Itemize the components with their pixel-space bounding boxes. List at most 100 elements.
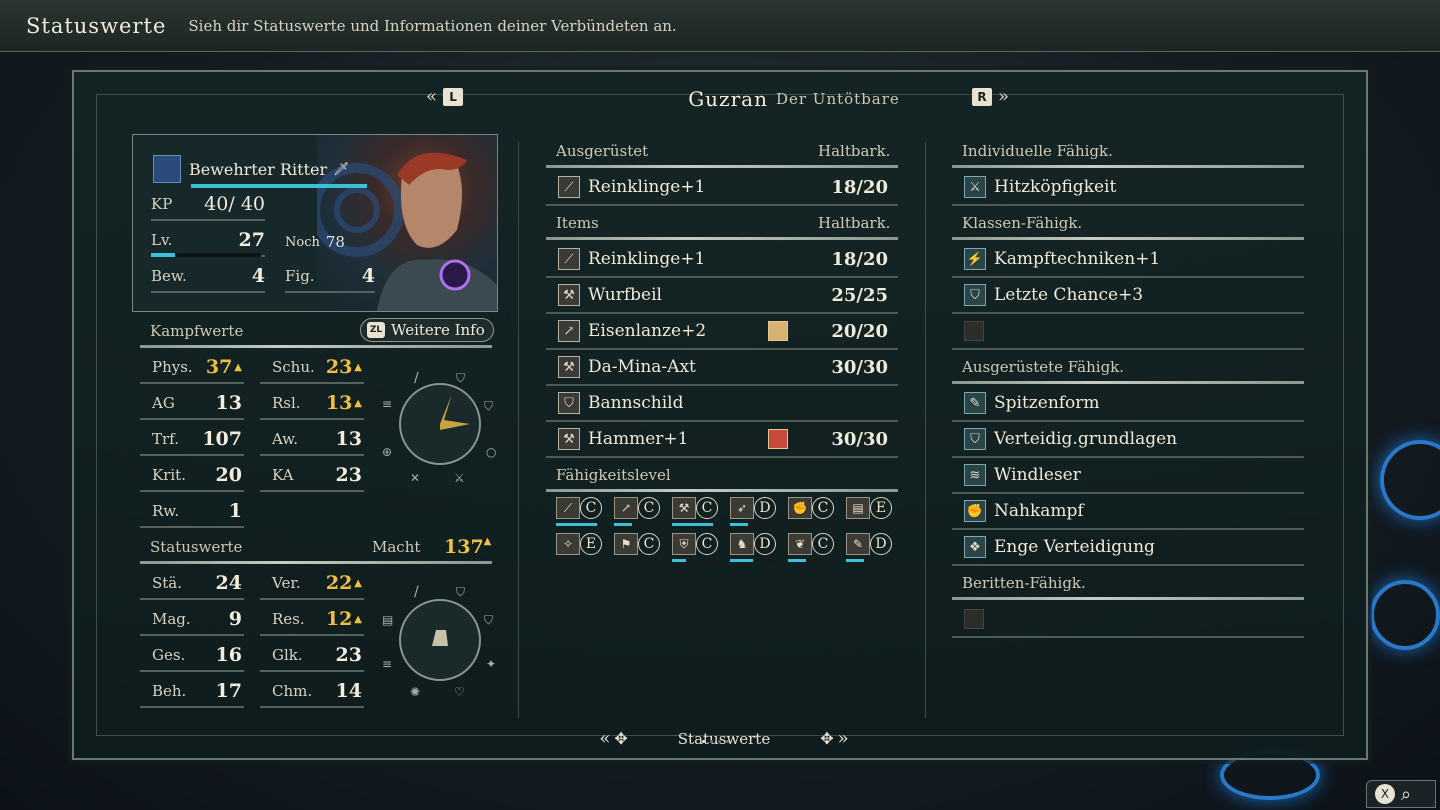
prev-unit-button[interactable]: « L <box>426 86 464 107</box>
flying-icon: ❦ <box>788 533 812 555</box>
shield-icon: ⛉ <box>558 392 580 414</box>
stat-value: 23 <box>335 464 362 486</box>
axe-icon: ⚒ <box>558 356 580 378</box>
weapon-level: ⛨ C <box>672 533 720 563</box>
stat-label: KA <box>272 466 294 484</box>
svg-text:/: / <box>414 372 419 386</box>
page-dot <box>710 740 713 743</box>
power-label: Macht <box>372 538 421 556</box>
status-radar-chart: / ⛉ ⛉ ▤ ≡ ✺ ♡ ✦ <box>382 584 496 699</box>
weapon-progress-bar <box>672 559 718 562</box>
skill-row[interactable]: ≋ Windleser <box>952 458 1304 494</box>
equipped-rule <box>546 165 898 168</box>
weapon-progress-bar <box>846 523 892 526</box>
skill-row[interactable]: ✊ Nahkampf <box>952 494 1304 530</box>
next-unit-button[interactable]: R » <box>972 86 1009 107</box>
item-name: Wurfbeil <box>588 285 662 305</box>
heavy-armor-icon: ⛨ <box>672 533 696 555</box>
weapon-progress-fill <box>846 559 865 562</box>
svg-text:⛉: ⛉ <box>456 372 465 385</box>
slash-icon: ⚡ <box>964 248 986 270</box>
svg-text:≡: ≡ <box>382 657 392 671</box>
weapon-level: ↗ C <box>614 497 662 527</box>
svg-text:⛉: ⛉ <box>456 585 465 599</box>
double-chevron-left-icon[interactable]: « <box>599 728 610 749</box>
skill-name: Windleser <box>994 465 1081 485</box>
power-value: 137▲ <box>444 536 491 558</box>
item-row[interactable]: ⚒ Wurfbeil 25/25 <box>546 278 898 314</box>
item-name: Reinklinge+1 <box>588 177 706 197</box>
item-row[interactable]: ↗ Eisenlanze+2 20/20 <box>546 314 898 350</box>
stat-value: 37 <box>205 356 233 378</box>
items-rule <box>546 237 898 240</box>
item-name: Hammer+1 <box>588 429 689 449</box>
magic-circle-decoration <box>1370 580 1440 650</box>
skill-row[interactable]: ❖ Enge Verteidigung <box>952 530 1304 566</box>
hp-value: 40/ 40 <box>204 193 265 215</box>
skill-row[interactable]: ⚡ Kampftechniken+1 <box>952 242 1304 278</box>
stat-label: Mag. <box>152 610 191 628</box>
base-stats-title: Statuswerte <box>150 538 243 556</box>
stat-value: 1 <box>228 500 242 522</box>
more-info-button[interactable]: ZL Weitere Info <box>360 318 494 342</box>
equipped-title: Ausgerüstet <box>556 142 649 160</box>
svg-text:▤: ▤ <box>382 613 393 627</box>
weapon-progress-fill <box>672 523 714 526</box>
stat-row: Schu. 23 ▲ <box>260 352 364 384</box>
stat-value: 12 <box>325 608 353 630</box>
skill-row[interactable]: ⛉ Verteidig.grundlagen <box>952 422 1304 458</box>
feather-icon: ✎ <box>846 533 870 555</box>
item-row[interactable]: ⚒ Hammer+1 30/30 <box>546 422 898 458</box>
axe-icon: ⚒ <box>672 497 696 519</box>
page-indicator <box>702 740 729 743</box>
stat-label: Trf. <box>152 430 179 448</box>
mounted-skill-title: Beritten-Fähigk. <box>962 574 1086 592</box>
stat-row: Ges. 16 <box>140 640 244 672</box>
item-row[interactable]: ⚒ Da-Mina-Axt 30/30 <box>546 350 898 386</box>
stat-row: Glk. 23 <box>260 640 364 672</box>
svg-text:/: / <box>414 584 419 600</box>
class-skill-empty-slot[interactable] <box>952 314 1304 350</box>
skill-row[interactable]: ⚔ Hitzköpfigkeit <box>952 170 1304 206</box>
item-row[interactable]: ⛉ Bannschild <box>546 386 898 422</box>
weapon-level: ✊ C <box>788 497 836 527</box>
item-durability: 30/30 <box>831 428 888 450</box>
item-durability: 18/20 <box>831 248 888 270</box>
stat-row: AG 13 <box>140 388 244 420</box>
mounted-skill-empty-slot[interactable] <box>952 602 1304 638</box>
x-button-icon: X <box>1375 784 1395 804</box>
double-chevron-right-icon: » <box>998 86 1010 107</box>
authority-icon: ⚑ <box>614 533 638 555</box>
zoom-button[interactable]: X ⌕ <box>1366 780 1436 808</box>
stat-row: Rsl. 13 ▲ <box>260 388 364 420</box>
item-row[interactable]: ⟋ Reinklinge+1 18/20 <box>546 242 898 278</box>
level-value: 27 <box>238 229 265 251</box>
items-title: Items <box>556 214 599 232</box>
sword-icon: ⟋ <box>558 176 580 198</box>
column-divider <box>925 142 926 718</box>
weapon-level: ➶ D <box>730 497 778 527</box>
stat-row: Chm. 14 <box>260 676 364 708</box>
stat-label: Schu. <box>272 358 315 376</box>
exp-bar <box>151 253 261 257</box>
weapon-levels-title: Fähigkeitslevel <box>556 466 671 484</box>
stat-value: 20 <box>215 464 242 486</box>
stat-label: Beh. <box>152 682 187 700</box>
weapon-progress-fill <box>730 523 749 526</box>
stat-label: Aw. <box>272 430 298 448</box>
skill-row[interactable]: ✎ Spitzenform <box>952 386 1304 422</box>
faith-icon: ✧ <box>556 533 580 555</box>
svg-text:✕: ✕ <box>410 471 420 485</box>
empty-slot-icon <box>964 609 984 629</box>
weapon-grade: D <box>754 533 776 555</box>
item-row[interactable]: ⟋ Reinklinge+1 18/20 <box>546 170 898 206</box>
fist-icon: ✊ <box>964 500 986 522</box>
double-chevron-right-icon[interactable]: » <box>838 728 849 749</box>
exp-bar-fill <box>151 253 176 257</box>
skill-name: Kampftechniken+1 <box>994 249 1161 269</box>
empty-slot-icon <box>964 321 984 341</box>
stat-row: Trf. 107 <box>140 424 244 456</box>
footer-page-label: Statuswerte <box>677 729 771 748</box>
skill-row[interactable]: ⛉ Letzte Chance+3 <box>952 278 1304 314</box>
skill-name: Letzte Chance+3 <box>994 285 1144 305</box>
